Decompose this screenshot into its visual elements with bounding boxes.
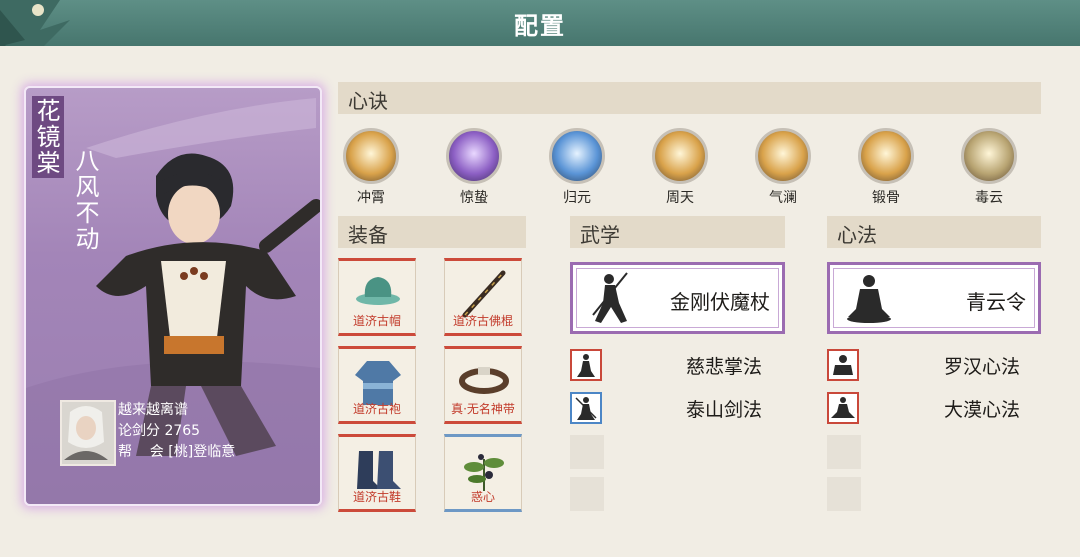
xinjue-skill-label: 归元 xyxy=(563,190,591,206)
section-wuxue: 武学 xyxy=(570,216,785,248)
section-wuxue-label: 武学 xyxy=(580,223,620,247)
wuxue-slot-1-name[interactable]: 慈悲掌法 xyxy=(686,352,762,379)
wuxue-slot-2-name[interactable]: 泰山剑法 xyxy=(686,395,762,422)
xinjue-skill[interactable]: 周天 xyxy=(650,128,710,207)
character-card[interactable]: 花镜棠 八风不动 越来越离谱 论剑分 2765 帮 会 [桃]登临意 xyxy=(24,86,322,506)
equip-label: 道济古帽 xyxy=(352,314,401,328)
wuxue-empty-slot[interactable] xyxy=(570,435,604,469)
flame-icon xyxy=(652,128,708,184)
section-xinfa-label: 心法 xyxy=(837,223,877,247)
xinjue-skill[interactable]: 毒云 xyxy=(959,128,1019,207)
palm-fighter-icon xyxy=(577,354,595,377)
equip-slot-belt[interactable]: 真·无名神带 xyxy=(444,346,522,424)
wuxue-empty-slot[interactable] xyxy=(570,477,604,511)
xinjue-skill-label: 气澜 xyxy=(769,190,797,206)
meditation-icon xyxy=(549,128,605,184)
wuxue-main-slot[interactable]: 金刚伏魔杖 xyxy=(570,262,785,334)
character-motto: 八风不动 xyxy=(71,148,99,252)
xinfa-empty-slot[interactable] xyxy=(827,435,861,469)
wuxue-main-name: 金刚伏魔杖 xyxy=(670,290,770,314)
character-name: 花镜棠 xyxy=(32,96,64,178)
xinfa-main-slot[interactable]: 青云令 xyxy=(827,262,1041,334)
xinfa-slot-1-name[interactable]: 罗汉心法 xyxy=(944,352,1020,379)
equip-label: 道济古袍 xyxy=(352,402,401,416)
guild-label: 帮 会 xyxy=(118,444,164,460)
desert-fighter-icon xyxy=(831,397,855,418)
xinfa-empty-slot[interactable] xyxy=(827,477,861,511)
section-equipment-label: 装备 xyxy=(348,223,388,247)
player-avatar[interactable] xyxy=(60,400,116,466)
wuxue-slot-2-icon[interactable] xyxy=(570,392,602,424)
hat-icon xyxy=(356,277,400,305)
score-label: 论剑分 xyxy=(118,423,160,439)
lightning-icon xyxy=(446,128,502,184)
xinjue-skill[interactable]: 锻骨 xyxy=(856,128,916,207)
equip-slot-boots[interactable]: 道济古鞋 xyxy=(338,434,416,512)
meditation-icon xyxy=(755,128,811,184)
staff-fighter-icon xyxy=(592,272,628,323)
equip-slot-accessory[interactable]: 惑心 xyxy=(444,434,522,512)
swirl-icon xyxy=(343,128,399,184)
equip-slot-weapon[interactable]: 道济古佛棍 xyxy=(444,258,522,336)
wheel-icon xyxy=(858,128,914,184)
equip-slot-hat[interactable]: 道济古帽 xyxy=(338,258,416,336)
xinjue-skill[interactable]: 惊蛰 xyxy=(444,128,504,207)
xinjue-skill[interactable]: 归元 xyxy=(547,128,607,207)
section-equipment: 装备 xyxy=(338,216,526,248)
page-title: 配置 xyxy=(514,12,566,40)
header-bar: 配置 xyxy=(0,0,1080,90)
equip-label: 惑心 xyxy=(470,490,495,504)
xinjue-skill[interactable]: 气澜 xyxy=(753,128,813,207)
xinfa-slot-2-name[interactable]: 大漠心法 xyxy=(944,395,1020,422)
sword-fighter-icon xyxy=(575,397,597,420)
score-value: 2765 xyxy=(164,423,201,439)
xinjue-skill-label: 冲霄 xyxy=(357,190,385,206)
xinjue-skill-label: 锻骨 xyxy=(872,190,900,206)
equip-label: 真·无名神带 xyxy=(451,402,515,416)
cloud-icon xyxy=(961,128,1017,184)
xinjue-skill-label: 惊蛰 xyxy=(460,190,488,206)
arhat-icon xyxy=(833,355,853,375)
section-xinjue: 心诀 xyxy=(338,82,1041,114)
meditating-monk-icon xyxy=(847,275,891,323)
equip-label: 道济古鞋 xyxy=(352,490,401,504)
xinfa-slot-2-icon[interactable] xyxy=(827,392,859,424)
section-xinfa: 心法 xyxy=(827,216,1041,248)
wuxue-slot-1-icon[interactable] xyxy=(570,349,602,381)
section-xinjue-label: 心诀 xyxy=(348,89,388,113)
xinjue-skill-label: 周天 xyxy=(666,190,694,206)
player-info: 越来越离谱 论剑分 2765 帮 会 [桃]登临意 xyxy=(118,400,235,463)
equip-label: 道济古佛棍 xyxy=(452,314,513,328)
xinfa-main-name: 青云令 xyxy=(966,290,1026,314)
guild-value[interactable]: [桃]登临意 xyxy=(168,444,235,460)
xinfa-slot-1-icon[interactable] xyxy=(827,349,859,381)
xinjue-skill-label: 毒云 xyxy=(975,190,1003,206)
xinjue-skill[interactable]: 冲霄 xyxy=(341,128,401,207)
avatar-portrait-icon xyxy=(64,406,108,460)
player-name[interactable]: 越来越离谱 xyxy=(118,400,235,421)
equip-slot-robe[interactable]: 道济古袍 xyxy=(338,346,416,424)
